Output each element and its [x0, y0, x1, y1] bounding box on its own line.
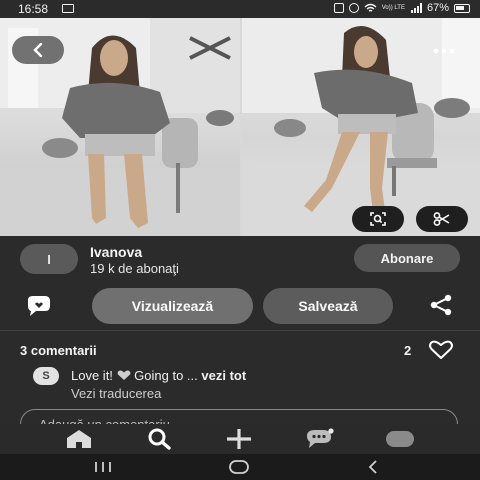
creator-name[interactable]: Ivanova — [90, 244, 142, 260]
status-bar: 16:58 Vo)) LTE 67% — [0, 0, 480, 18]
profile-icon — [386, 431, 414, 447]
comment-text: Love it! Going to ... vezi tot — [71, 368, 246, 383]
creator-row: I Ivanova 19 k de abonaţi Abonare — [0, 240, 480, 280]
visual-search-icon — [370, 212, 386, 226]
comment-body: Love it! — [71, 368, 113, 383]
system-navigation — [0, 454, 480, 480]
recents-icon — [95, 462, 111, 472]
visit-button[interactable]: Vizualizează — [92, 288, 253, 324]
gallery-notification-icon — [62, 4, 74, 13]
pin-actions: Vizualizează Salvează — [0, 288, 480, 324]
nav-create[interactable] — [222, 427, 256, 451]
share-button[interactable] — [428, 294, 456, 318]
follower-count: 19 k de abonaţi — [90, 261, 179, 276]
back-triangle-icon — [368, 460, 377, 474]
see-all-link[interactable]: vezi tot — [201, 368, 246, 383]
comment-body-continued: Going to ... — [134, 368, 198, 383]
save-button[interactable]: Salvează — [263, 288, 393, 324]
plus-icon — [227, 429, 251, 449]
more-dots-icon — [433, 48, 455, 54]
more-options-button[interactable] — [424, 38, 464, 64]
visual-search-button[interactable] — [352, 206, 404, 232]
chevron-left-icon — [33, 43, 43, 57]
nav-profile[interactable] — [383, 427, 417, 451]
bottom-navigation — [0, 424, 480, 454]
comments-title: 3 comentarii — [20, 343, 97, 358]
signal-icon — [410, 3, 422, 13]
scissors-icon — [433, 212, 450, 226]
share-icon — [430, 294, 452, 316]
search-icon — [148, 428, 171, 450]
react-button[interactable] — [428, 340, 456, 360]
commenter-avatar[interactable]: S — [33, 367, 59, 385]
notification-icon — [333, 3, 344, 13]
reaction-count: 2 — [404, 343, 412, 358]
home-system-button[interactable] — [224, 458, 254, 476]
heart-outline-icon — [429, 340, 453, 359]
section-divider — [0, 330, 480, 331]
wifi-icon — [364, 3, 377, 12]
battery-icon — [454, 3, 470, 13]
pin-image[interactable] — [0, 18, 480, 236]
recents-button[interactable] — [88, 458, 118, 476]
creator-avatar[interactable]: I — [20, 244, 78, 274]
crop-pin-button[interactable] — [416, 206, 468, 232]
translate-link[interactable]: Vezi traducerea — [71, 386, 161, 401]
follow-button[interactable]: Abonare — [354, 244, 460, 272]
heart-emoji-icon — [117, 370, 130, 380]
comment-bubble-icon — [28, 296, 50, 316]
battery-percent: 67% — [426, 2, 449, 14]
messages-icon — [307, 428, 334, 448]
home-circle-icon — [229, 460, 249, 474]
status-indicators: Vo)) LTE 67% — [333, 2, 470, 14]
back-system-button[interactable] — [358, 458, 388, 476]
nav-search[interactable] — [143, 427, 177, 451]
back-button[interactable] — [12, 36, 64, 64]
home-icon — [67, 430, 91, 448]
comment-button[interactable] — [24, 294, 54, 318]
volte-label: Vo)) LTE — [381, 5, 405, 11]
nav-messages[interactable] — [302, 427, 336, 451]
hotspot-icon — [348, 3, 359, 13]
status-time: 16:58 — [18, 2, 49, 16]
nav-home[interactable] — [62, 427, 96, 451]
